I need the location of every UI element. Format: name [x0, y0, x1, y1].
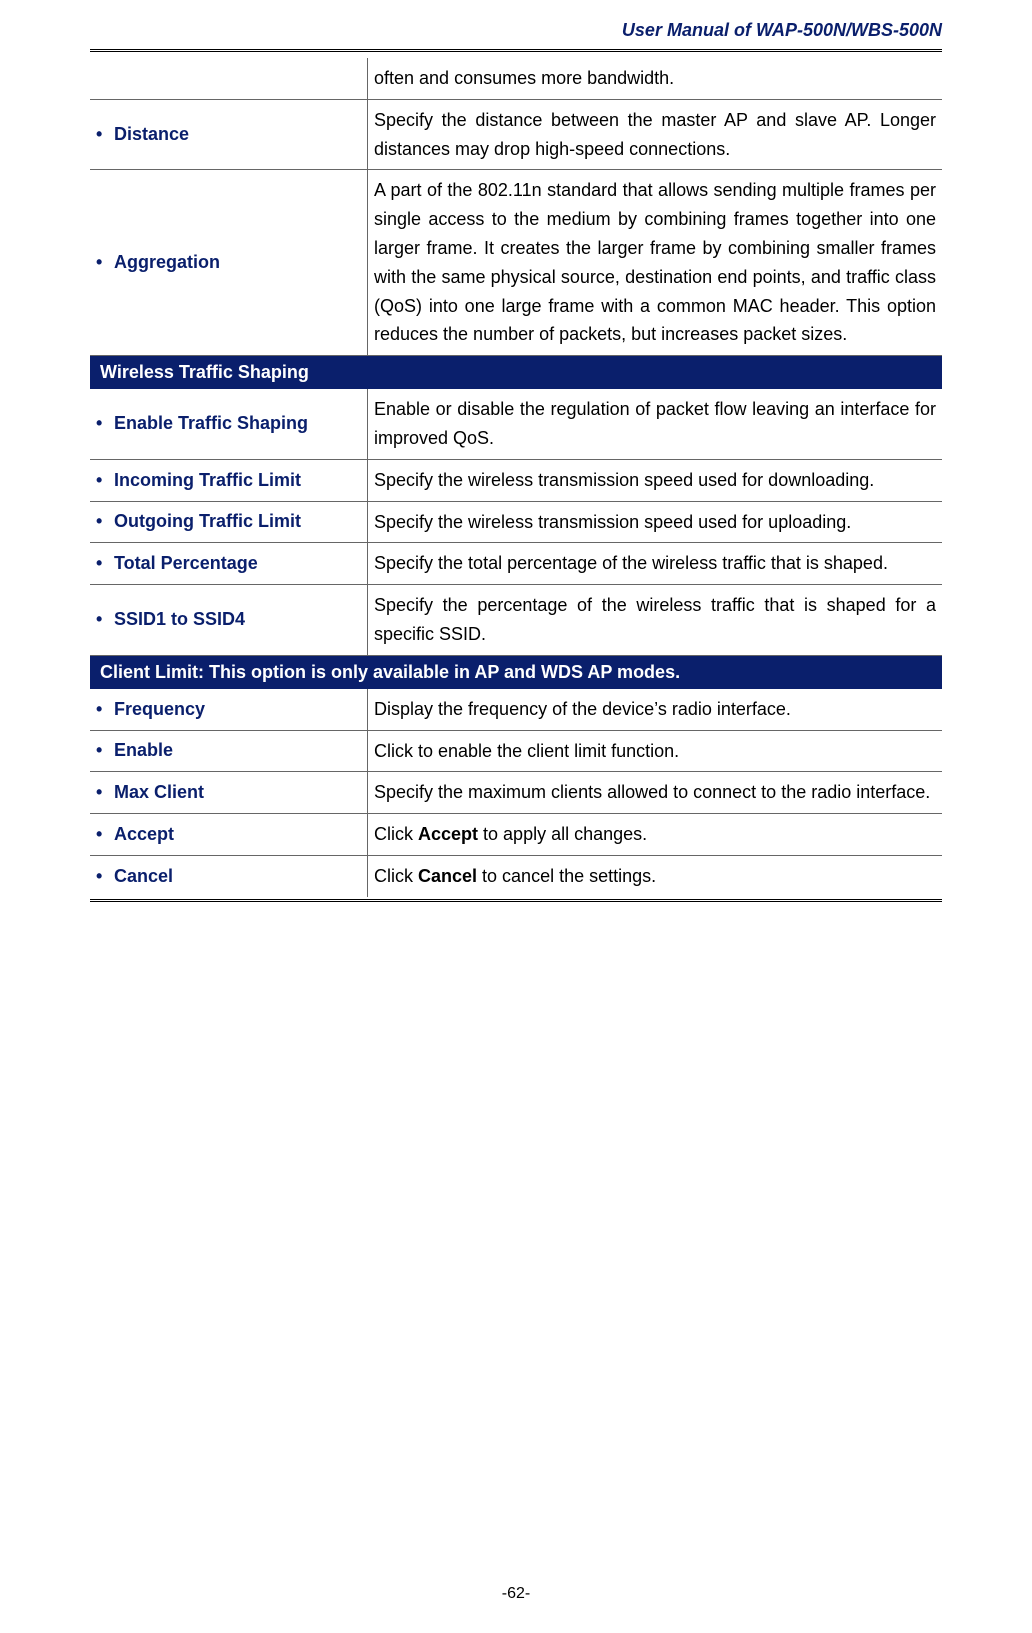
table-row: •CancelClick Cancel to cancel the settin… — [90, 855, 942, 896]
table-row: often and consumes more bandwidth. — [90, 58, 942, 99]
param-label: •Max Client — [90, 772, 368, 814]
desc-strong: Cancel — [418, 866, 477, 886]
param-label: •Accept — [90, 814, 368, 856]
table-row: •Max ClientSpecify the maximum clients a… — [90, 772, 942, 814]
bullet-icon: • — [96, 699, 114, 720]
param-label-text: Accept — [114, 824, 174, 844]
definitions-table: often and consumes more bandwidth.•Dista… — [90, 58, 942, 897]
param-label: •Enable Traffic Shaping — [90, 389, 368, 459]
param-label: •Aggregation — [90, 170, 368, 356]
param-label: •Distance — [90, 99, 368, 170]
param-desc: Specify the wireless transmission speed … — [368, 501, 943, 543]
bullet-icon: • — [96, 740, 114, 761]
table-row: •Total PercentageSpecify the total perce… — [90, 543, 942, 585]
param-label: •Total Percentage — [90, 543, 368, 585]
table-row: •SSID1 to SSID4Specify the percentage of… — [90, 585, 942, 656]
desc-strong: Accept — [418, 824, 478, 844]
param-desc: Specify the distance between the master … — [368, 99, 943, 170]
param-desc: Enable or disable the regulation of pack… — [368, 389, 943, 459]
param-label-text: Cancel — [114, 866, 173, 886]
param-label-text: Total Percentage — [114, 553, 258, 573]
table-row: •DistanceSpecify the distance between th… — [90, 99, 942, 170]
param-label-text: Frequency — [114, 699, 205, 719]
param-label-text: Incoming Traffic Limit — [114, 470, 301, 490]
bullet-icon: • — [96, 470, 114, 491]
desc-text: Click — [374, 824, 418, 844]
param-label: •Outgoing Traffic Limit — [90, 501, 368, 543]
table-row: •Enable Traffic ShapingEnable or disable… — [90, 389, 942, 459]
table-row: •FrequencyDisplay the frequency of the d… — [90, 689, 942, 730]
table-row: •AcceptClick Accept to apply all changes… — [90, 814, 942, 856]
section-title: Wireless Traffic Shaping — [90, 356, 942, 390]
param-desc: Specify the maximum clients allowed to c… — [368, 772, 943, 814]
param-desc: A part of the 802.11n standard that allo… — [368, 170, 943, 356]
bullet-icon: • — [96, 866, 114, 887]
param-desc: Click Cancel to cancel the settings. — [368, 855, 943, 896]
param-desc: Specify the percentage of the wireless t… — [368, 585, 943, 656]
param-label-text: Enable Traffic Shaping — [114, 413, 308, 433]
bullet-icon: • — [96, 609, 114, 630]
desc-text: to cancel the settings. — [477, 866, 656, 886]
bullet-icon: • — [96, 252, 114, 273]
table-row: •Outgoing Traffic LimitSpecify the wirel… — [90, 501, 942, 543]
section-title: Client Limit: This option is only availa… — [90, 655, 942, 689]
bottom-rule — [90, 899, 942, 902]
bullet-icon: • — [96, 511, 114, 532]
bullet-icon: • — [96, 124, 114, 145]
param-label-text: Aggregation — [114, 252, 220, 272]
param-label: •Frequency — [90, 689, 368, 730]
param-desc: Specify the wireless transmission speed … — [368, 459, 943, 501]
section-header: Wireless Traffic Shaping — [90, 356, 942, 390]
page-number: -62- — [0, 1585, 1032, 1603]
param-label-text: Max Client — [114, 782, 204, 802]
bullet-icon: • — [96, 782, 114, 803]
desc-text: Click — [374, 866, 418, 886]
bullet-icon: • — [96, 824, 114, 845]
param-desc: Click Accept to apply all changes. — [368, 814, 943, 856]
table-row: •Incoming Traffic LimitSpecify the wirel… — [90, 459, 942, 501]
param-label-text: Enable — [114, 740, 173, 760]
page-header-title: User Manual of WAP-500N/WBS-500N — [90, 20, 942, 41]
param-label: •Cancel — [90, 855, 368, 896]
param-desc: often and consumes more bandwidth. — [368, 58, 943, 99]
table-row: •AggregationA part of the 802.11n standa… — [90, 170, 942, 356]
param-label: •SSID1 to SSID4 — [90, 585, 368, 656]
top-rule — [90, 49, 942, 52]
param-label-text: SSID1 to SSID4 — [114, 609, 245, 629]
param-label — [90, 58, 368, 99]
param-desc: Click to enable the client limit functio… — [368, 730, 943, 772]
param-label: •Incoming Traffic Limit — [90, 459, 368, 501]
param-desc: Display the frequency of the device’s ra… — [368, 689, 943, 730]
desc-text: to apply all changes. — [478, 824, 647, 844]
bullet-icon: • — [96, 413, 114, 434]
param-label-text: Outgoing Traffic Limit — [114, 511, 301, 531]
bullet-icon: • — [96, 553, 114, 574]
table-row: •EnableClick to enable the client limit … — [90, 730, 942, 772]
param-desc: Specify the total percentage of the wire… — [368, 543, 943, 585]
section-header: Client Limit: This option is only availa… — [90, 655, 942, 689]
param-label: •Enable — [90, 730, 368, 772]
param-label-text: Distance — [114, 124, 189, 144]
